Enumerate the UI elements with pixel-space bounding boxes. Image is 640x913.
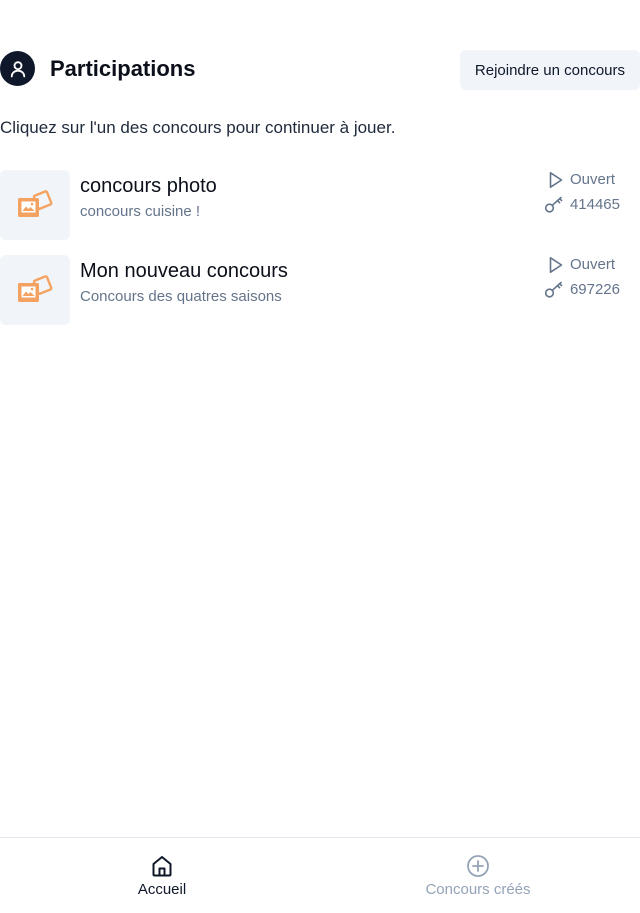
user-icon — [10, 60, 25, 77]
key-icon — [544, 281, 563, 298]
participations-page: Participations Rejoindre un concours Cli… — [0, 0, 640, 913]
contest-code-value: 414465 — [569, 196, 620, 213]
nav-label-created-contests: Concours créés — [425, 881, 531, 898]
contest-status-label: Ouvert — [569, 256, 615, 273]
contest-list: concours photo concours cuisine ! Ouvert — [0, 170, 640, 340]
contest-item[interactable]: Mon nouveau concours Concours des quatre… — [0, 255, 640, 325]
contest-name: Mon nouveau concours — [80, 260, 288, 282]
nav-item-home[interactable]: Accueil — [2, 838, 322, 913]
contest-code: 697226 — [544, 280, 620, 300]
intro-text: Cliquez sur l'un des concours pour conti… — [0, 118, 396, 137]
contest-thumbnail — [0, 170, 70, 240]
avatar[interactable] — [0, 51, 35, 86]
plus-circle-icon — [467, 855, 489, 877]
contest-name: concours photo — [80, 175, 217, 197]
page-title: Participations — [50, 56, 196, 81]
contest-status: Ouvert — [548, 255, 615, 275]
image-placeholder-icon — [18, 275, 53, 302]
bottom-nav: Accueil Concours créés — [0, 837, 640, 913]
page-header: Participations Rejoindre un concours — [0, 50, 640, 90]
nav-label-home: Accueil — [137, 881, 187, 898]
nav-item-created-contests[interactable]: Concours créés — [318, 838, 638, 913]
play-icon — [549, 172, 563, 188]
contest-code: 414465 — [544, 195, 620, 215]
contest-item[interactable]: concours photo concours cuisine ! Ouvert — [0, 170, 640, 240]
key-icon — [544, 196, 563, 213]
contest-description: Concours des quatres saisons — [80, 288, 282, 305]
contest-code-value: 697226 — [569, 281, 620, 298]
contest-thumbnail — [0, 255, 70, 325]
home-icon — [152, 856, 172, 877]
contest-status-label: Ouvert — [569, 171, 615, 188]
join-contest-button[interactable]: Rejoindre un concours — [459, 50, 640, 90]
contest-description: concours cuisine ! — [80, 203, 201, 220]
play-icon — [549, 257, 563, 273]
image-placeholder-icon — [18, 190, 53, 217]
contest-status: Ouvert — [548, 170, 615, 190]
